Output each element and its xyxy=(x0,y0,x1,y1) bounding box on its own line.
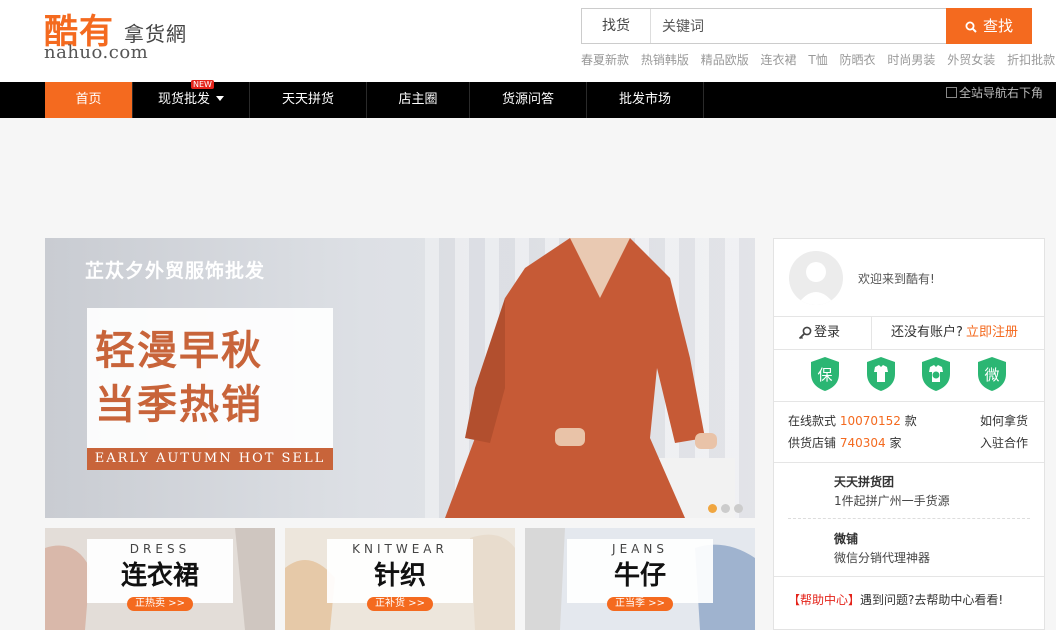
broken-image-icon xyxy=(946,87,957,98)
nav-item-home[interactable]: 首页 xyxy=(45,82,133,118)
register-link[interactable]: 立即注册 xyxy=(966,317,1018,349)
clock-shirt-icon[interactable] xyxy=(921,356,951,392)
category-tile-knitwear[interactable]: KNITWEAR 针织 正补货 >> xyxy=(285,528,515,630)
help-center-tag: 【帮助中心】 xyxy=(788,593,861,607)
site-header: 酷有 拿货網 nahuo.com 找货 查找 春夏新款 热销韩版 精品欧版 连衣… xyxy=(0,0,1056,82)
user-icon xyxy=(797,262,835,305)
hero-banner[interactable]: 芷苁夕外贸服饰批发 轻漫早秋 当季热销 EARLY AUTUMN HOT SEL… xyxy=(45,238,755,518)
category-cta-button[interactable]: 正当季 >> xyxy=(607,597,673,611)
category-name: 连衣裙 xyxy=(120,561,199,591)
hot-keyword[interactable]: 热销韩版 xyxy=(641,53,689,67)
divider xyxy=(788,518,1030,519)
new-badge: NEW xyxy=(191,80,214,89)
nav-item-shop-circle[interactable]: 店主圈 xyxy=(367,82,470,118)
stat-value: 10070152 xyxy=(839,414,901,428)
search-bar: 找货 查找 xyxy=(581,8,1032,44)
nav-corner-image-alt: 全站导航右下角 xyxy=(959,86,1044,100)
nav-item-market[interactable]: 批发市场 xyxy=(587,82,704,118)
carousel-dots xyxy=(708,498,747,517)
hot-keyword[interactable]: 春夏新款 xyxy=(581,53,629,67)
category-name: 牛仔 xyxy=(613,561,666,591)
category-english: JEANS xyxy=(612,542,668,556)
svg-text:保: 保 xyxy=(817,366,832,384)
login-button[interactable]: 登录 xyxy=(774,317,872,349)
hot-keyword[interactable]: T恤 xyxy=(808,53,827,67)
shield-icon[interactable]: 保 xyxy=(810,356,840,392)
hot-keywords: 春夏新款 热销韩版 精品欧版 连衣裙 T恤 防晒衣 时尚男装 外贸女装 折扣批款 xyxy=(581,51,1055,69)
stat-shops: 供货店铺 740304 家 xyxy=(788,434,902,451)
stat-online-styles: 在线款式 10070152 款 xyxy=(788,412,917,429)
category-label: JEANS 牛仔 xyxy=(567,539,713,603)
site-logo[interactable]: 酷有 拿货網 nahuo.com xyxy=(44,4,204,63)
welcome-text: 欢迎来到酷有! xyxy=(858,272,935,286)
category-label: KNITWEAR 针织 xyxy=(327,539,473,603)
carousel-dot[interactable] xyxy=(721,504,730,513)
carousel-dot[interactable] xyxy=(708,504,717,513)
search-button[interactable]: 查找 xyxy=(946,8,1032,44)
banner-headline: 轻漫早秋 xyxy=(95,328,263,374)
category-label: DRESS 连衣裙 xyxy=(87,539,233,603)
search-input[interactable] xyxy=(652,9,946,43)
nav-item-group-buy[interactable]: 天天拼货 xyxy=(250,82,367,118)
category-english: DRESS xyxy=(129,542,191,556)
category-cta-button[interactable]: 正补货 >> xyxy=(367,597,433,611)
promo-desc: 1件起拼广州一手货源 xyxy=(834,494,950,508)
help-center[interactable]: 【帮助中心】遇到问题?去帮助中心看看! xyxy=(774,576,1044,630)
banner-text-card: 轻漫早秋 当季热销 EARLY AUTUMN HOT SELL xyxy=(87,308,333,470)
how-to-buy-link[interactable]: 如何拿货 xyxy=(980,412,1028,429)
banner-headline: 当季热销 xyxy=(95,382,263,428)
stat-label: 在线款式 xyxy=(788,414,837,428)
logo-domain: nahuo.com xyxy=(44,42,149,63)
banner-subtitle: 芷苁夕外贸服饰批发 xyxy=(85,260,266,282)
stat-unit: 家 xyxy=(889,436,902,450)
nav-item-source-qa[interactable]: 货源问答 xyxy=(470,82,587,118)
key-icon xyxy=(798,326,812,340)
stat-label: 供货店铺 xyxy=(788,436,837,450)
search-icon xyxy=(965,21,977,33)
hot-keyword[interactable]: 时尚男装 xyxy=(887,53,935,67)
category-tile-dress[interactable]: DRESS 连衣裙 正热卖 >> xyxy=(45,528,275,630)
help-center-text: 遇到问题?去帮助中心看看! xyxy=(860,593,1004,607)
category-cta-button[interactable]: 正热卖 >> xyxy=(127,597,193,611)
category-tile-jeans[interactable]: JEANS 牛仔 正当季 >> xyxy=(525,528,755,630)
hot-keyword[interactable]: 折扣批款 xyxy=(1007,53,1055,67)
nav-item-label: 现货批发 xyxy=(157,92,210,107)
hot-keyword[interactable]: 精品欧版 xyxy=(701,53,749,67)
hot-keyword[interactable]: 防晒衣 xyxy=(840,53,876,67)
chevron-down-icon xyxy=(216,96,224,101)
login-label: 登录 xyxy=(814,325,841,340)
main-nav: 首页 现货批发 NEW 天天拼货 店主圈 货源问答 批发市场 xyxy=(0,80,1056,118)
shirt-icon[interactable] xyxy=(866,356,896,392)
search-type-select[interactable]: 找货 xyxy=(582,9,651,43)
login-row: 登录 还没有账户? 立即注册 xyxy=(774,316,1044,350)
user-sidebar: 欢迎来到酷有! 登录 还没有账户? 立即注册 保 微 在线款式 10070152… xyxy=(773,238,1045,630)
svg-text:微: 微 xyxy=(984,366,999,384)
stat-value: 740304 xyxy=(839,436,886,450)
promo-desc: 微信分销代理神器 xyxy=(834,551,931,565)
site-stats: 在线款式 10070152 款 供货店铺 740304 家 如何拿货 入驻合作 xyxy=(774,401,1044,463)
nav-corner-image[interactable]: 全站导航右下角 xyxy=(946,84,1056,100)
hot-keyword[interactable]: 外贸女装 xyxy=(947,53,995,67)
search-button-label: 查找 xyxy=(982,17,1013,35)
carousel-dot[interactable] xyxy=(734,504,743,513)
stat-unit: 款 xyxy=(904,414,917,428)
avatar[interactable] xyxy=(789,251,843,305)
register-prompt: 还没有账户? xyxy=(891,325,963,340)
banner-english-tagline: EARLY AUTUMN HOT SELL xyxy=(87,448,333,470)
promo-title-micro-shop[interactable]: 微铺 xyxy=(834,530,858,547)
hot-keyword[interactable]: 连衣裙 xyxy=(761,53,797,67)
join-cooperation-link[interactable]: 入驻合作 xyxy=(980,434,1028,451)
promo-title-group-buy[interactable]: 天天拼货团 xyxy=(834,473,894,490)
service-badges: 保 微 xyxy=(774,356,1044,398)
category-name: 针织 xyxy=(373,561,426,591)
model-image xyxy=(445,238,735,518)
category-english: KNITWEAR xyxy=(352,542,448,556)
nav-item-wholesale[interactable]: 现货批发 NEW xyxy=(133,80,250,118)
wechat-shield-icon[interactable]: 微 xyxy=(977,356,1007,392)
